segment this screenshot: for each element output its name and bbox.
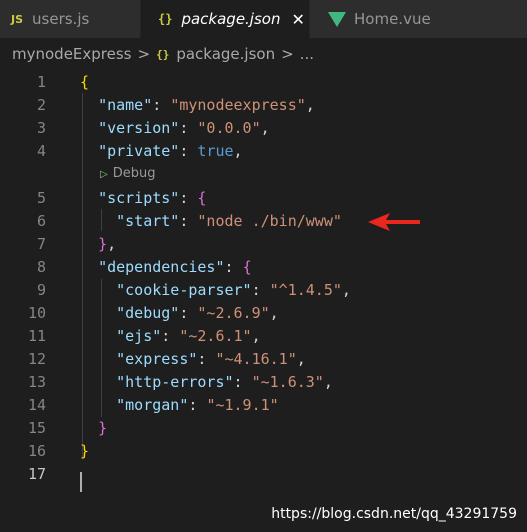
code-editor[interactable]: 1 { 2 "name": "mynodeexpress", 3 "versio… [0,70,527,532]
breadcrumb-file[interactable]: package.json [176,45,275,63]
line-number: 1 [36,72,46,91]
javascript-file-icon: JS [11,12,24,26]
code-text: "morgan": "~1.9.1" [116,395,279,414]
code-text: "ejs": "~2.6.1", [116,326,261,345]
line-number: 12 [27,349,46,368]
code-text: "name": "mynodeexpress", [98,95,315,114]
code-text: "http-errors": "~1.6.3", [116,372,333,391]
line-number: 3 [36,118,46,137]
codelens-row: ▷ Debug [0,162,527,184]
debug-codelens[interactable]: ▷ Debug [100,166,155,181]
code-text: } [80,441,90,460]
breadcrumb: mynodeExpress > {} package.json > ... [0,38,527,70]
code-line: 9 "cookie-parser": "^1.4.5", [0,278,527,301]
annotation-arrow-icon [368,213,420,231]
tab-bar: JS users.js {} package.json ✕ Home.vue [0,0,527,38]
code-text: }, [98,234,117,253]
line-number: 17 [27,464,46,483]
vue-icon [328,11,346,27]
line-number: 10 [27,303,46,322]
code-line: 11 "ejs": "~2.6.1", [0,324,527,347]
code-line: 14 "morgan": "~1.9.1" [0,393,527,416]
line-number: 2 [36,95,46,114]
close-icon[interactable]: ✕ [291,10,304,29]
play-icon: ▷ [100,168,108,180]
tab-home-vue[interactable]: Home.vue [310,0,527,38]
line-number: 9 [36,280,46,299]
tab-label: users.js [32,10,90,28]
line-number: 15 [27,418,46,437]
code-line: 4 "private": true, [0,139,527,162]
json-file-icon: {} [156,47,170,61]
debug-label: Debug [112,165,156,181]
code-line: 5 "scripts": { [0,186,527,209]
code-text: "start": "node ./bin/www" [116,211,342,230]
tab-label: Home.vue [354,10,431,28]
line-number: 5 [36,188,46,207]
tab-package-json[interactable]: {} package.json ✕ [141,0,309,38]
code-line: 15 } [0,416,527,439]
breadcrumb-separator: > [281,45,294,63]
code-text: "debug": "~2.6.9", [116,303,279,322]
watermark: https://blog.csdn.net/qq_43291759 [271,506,517,522]
code-text: "express": "~4.16.1", [116,349,306,368]
code-line: 2 "name": "mynodeexpress", [0,93,527,116]
code-line: 13 "http-errors": "~1.6.3", [0,370,527,393]
code-text: "dependencies": { [98,257,252,276]
text-cursor [80,472,82,492]
line-number: 6 [36,211,46,230]
code-line: 16 } [0,439,527,462]
code-line: 6 "start": "node ./bin/www" [0,209,527,232]
code-text: "cookie-parser": "^1.4.5", [116,280,351,299]
code-line: 10 "debug": "~2.6.9", [0,301,527,324]
breadcrumb-symbols[interactable]: ... [300,45,314,63]
line-number: 4 [36,141,46,160]
code-line: 1 { [0,70,527,93]
breadcrumb-folder[interactable]: mynodeExpress [12,45,132,63]
line-number: 11 [27,326,46,345]
code-line: 3 "version": "0.0.0", [0,116,527,139]
code-line: 12 "express": "~4.16.1", [0,347,527,370]
code-line: 8 "dependencies": { [0,255,527,278]
line-number: 13 [27,372,46,391]
json-file-icon: {} [158,12,173,26]
code-text: { [80,72,90,91]
code-text: } [98,418,108,437]
line-number: 8 [36,257,46,276]
breadcrumb-separator: > [137,45,151,63]
code-text: "scripts": { [98,188,207,207]
code-line: 7 }, [0,232,527,255]
line-number: 14 [27,395,46,414]
line-number: 7 [36,234,46,253]
code-text: "private": true, [98,141,243,160]
line-number: 16 [27,441,46,460]
tab-users-js[interactable]: JS users.js [0,0,140,38]
tab-label: package.json [181,10,281,28]
code-text: "version": "0.0.0", [98,118,270,137]
